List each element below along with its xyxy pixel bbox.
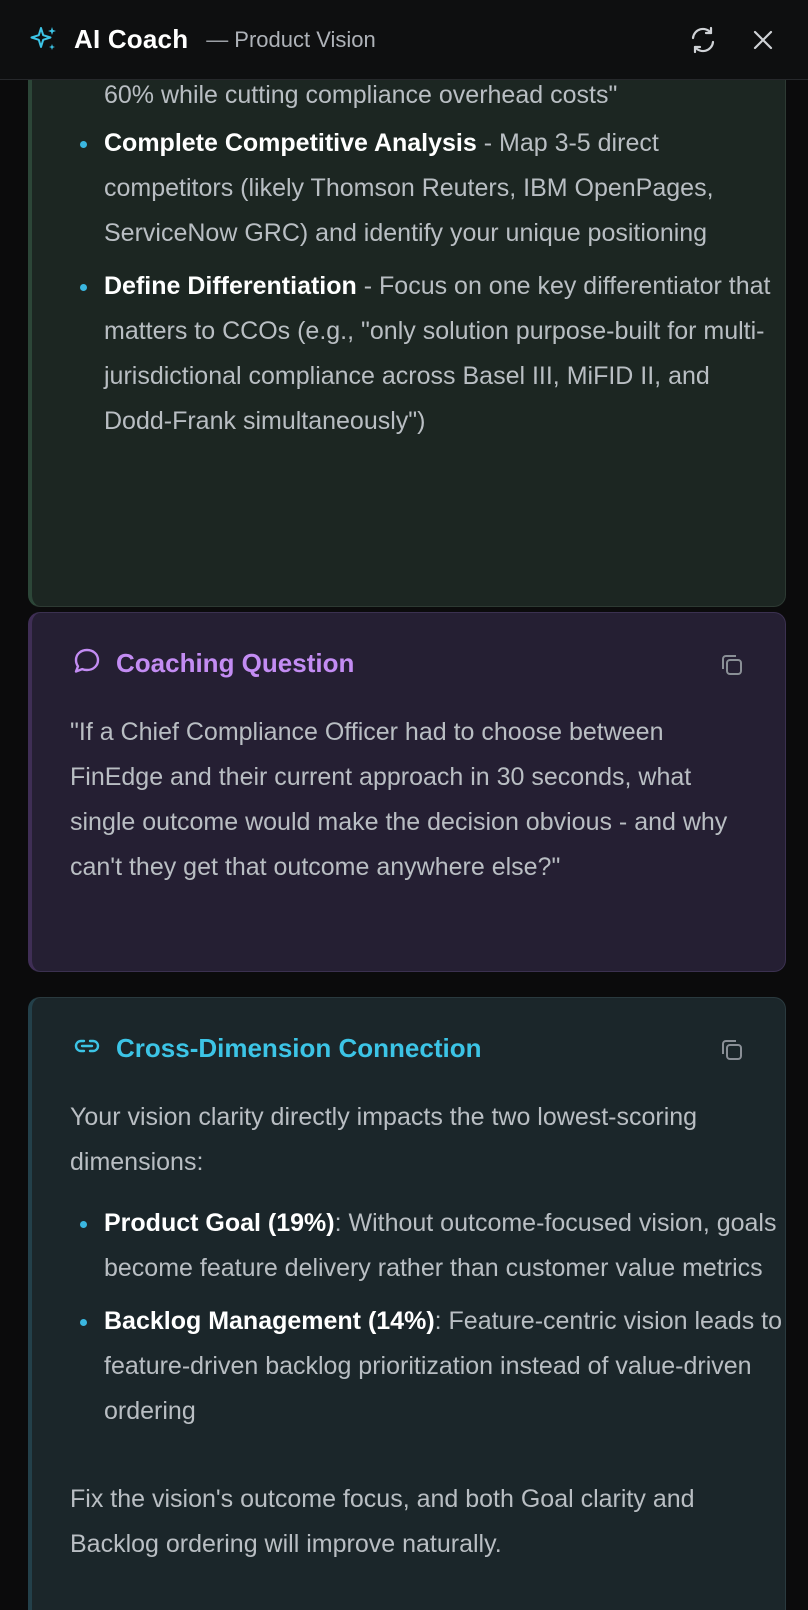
cross-dimension-label: Cross-Dimension Connection <box>116 1033 482 1063</box>
sparkle-icon <box>28 24 60 56</box>
coach-header: AI Coach — Product Vision <box>0 0 808 80</box>
cross-dimension-intro: Your vision clarity directly impacts the… <box>70 1103 698 1176</box>
app-title: AI Coach <box>74 24 189 54</box>
cross-dimension-header: Cross-Dimension Connection <box>72 1031 481 1066</box>
recommendation-list: Complete Competitive Analysis - Map 3-5 … <box>80 121 784 452</box>
list-item: Product Goal (19%): Without outcome-focu… <box>80 1201 784 1291</box>
recommendation-cut-text: 60% while cutting compliance overhead co… <box>104 81 618 109</box>
coaching-question-header: Coaching Question <box>72 646 354 681</box>
link-icon <box>72 1031 102 1066</box>
coaching-question-text: "If a Chief Compliance Officer had to ch… <box>70 718 728 881</box>
close-icon[interactable] <box>746 23 780 57</box>
copy-icon[interactable] <box>717 1035 747 1065</box>
cross-dimension-card: Cross-Dimension Connection Your vision c… <box>28 997 786 1610</box>
page-subtitle: Product Vision <box>234 26 376 52</box>
copy-icon[interactable] <box>717 650 747 680</box>
dimension-list: Product Goal (19%): Without outcome-focu… <box>80 1201 784 1442</box>
coach-content[interactable]: 60% while cutting compliance overhead co… <box>0 80 808 1610</box>
chat-bubble-icon <box>72 646 102 681</box>
list-item: Define Differentiation - Focus on one ke… <box>80 264 784 444</box>
title-separator: — <box>206 26 229 52</box>
list-item: Backlog Management (14%): Feature-centri… <box>80 1299 784 1434</box>
recommendations-card: 60% while cutting compliance overhead co… <box>28 80 786 607</box>
list-item: Complete Competitive Analysis - Map 3-5 … <box>80 121 784 256</box>
coaching-question-card: Coaching Question "If a Chief Compliance… <box>28 612 786 972</box>
coaching-question-label: Coaching Question <box>116 648 355 678</box>
refresh-icon[interactable] <box>686 23 720 57</box>
cross-dimension-outro: Fix the vision's outcome focus, and both… <box>70 1485 695 1558</box>
